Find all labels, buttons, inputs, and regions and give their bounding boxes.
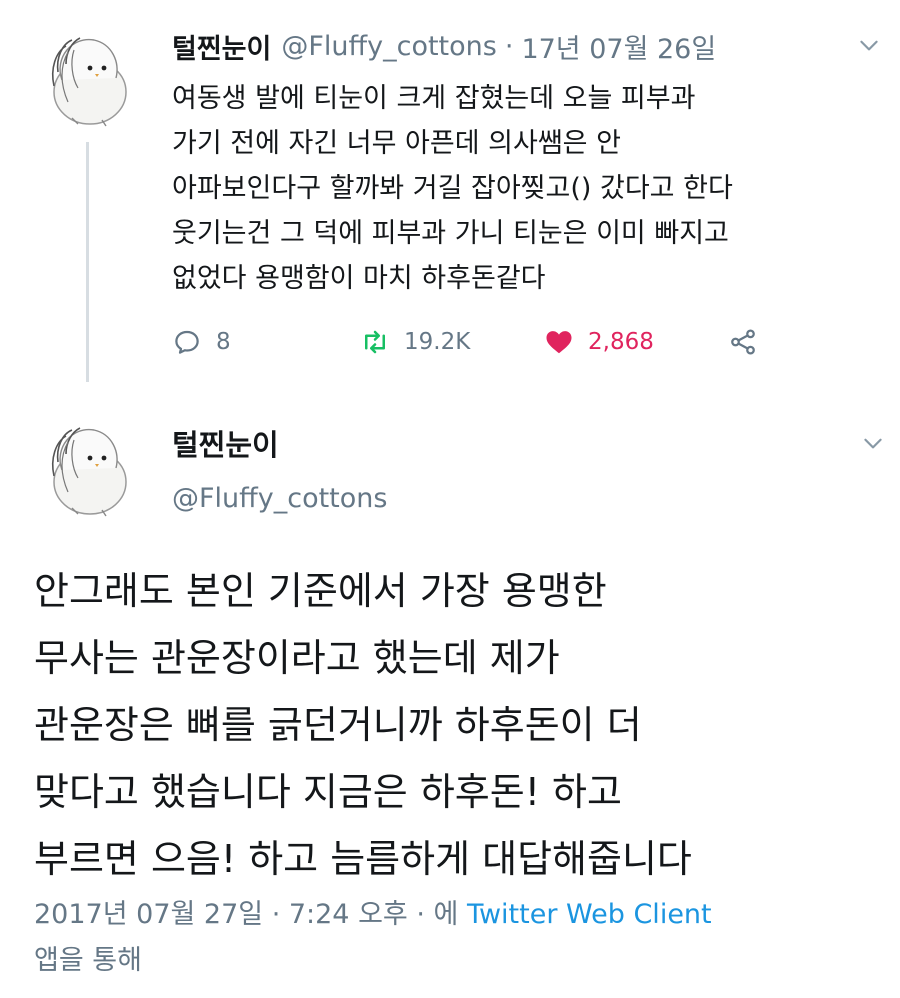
- user-handle[interactable]: @Fluffy_cottons: [172, 478, 387, 520]
- tweet-text-line: 웃기는건 그 덕에 피부과 가니 티눈은 이미 빠지고: [172, 218, 729, 249]
- fluffy-bird-avatar-icon: [51, 427, 127, 517]
- fluffy-bird-avatar-icon: [51, 37, 127, 127]
- tweet-text: 여동생 발에 티눈이 크게 잡혔는데 오늘 피부과 가기 전에 자긴 너무 아픈…: [172, 76, 884, 301]
- tweet-text-line: 없었다 용맹함이 마치 하후돈같다: [172, 263, 546, 294]
- avatar[interactable]: [32, 22, 142, 132]
- tweet-text: 안그래도 본인 기준에서 가장 용맹한 무사는 관운장이라고 했는데 제가 관운…: [34, 558, 874, 893]
- avatar[interactable]: [32, 412, 142, 522]
- share-icon: [731, 329, 755, 355]
- tweet-text-line: 관운장은 뼈를 긁던거니까 하후돈이 더: [34, 703, 642, 747]
- source-suffix: 앱을 통해: [34, 945, 142, 976]
- user-handle[interactable]: @Fluffy_cottons: [281, 31, 496, 62]
- share-button[interactable]: [728, 320, 758, 364]
- tweet-reply[interactable]: 털찐눈이 @Fluffy_cottons · 17년 07월 26일 여동생 발…: [0, 0, 900, 400]
- tweet-header: 털찐눈이 @Fluffy_cottons · 17년 07월 26일: [172, 22, 832, 70]
- retweet-count: 19.2K: [404, 329, 471, 355]
- chevron-down-icon[interactable]: [856, 32, 882, 58]
- tweet-timestamp[interactable]: 2017년 07월 27일 · 7:24 오후 · 에: [34, 899, 458, 930]
- display-name[interactable]: 털찐눈이: [172, 27, 271, 66]
- chevron-down-icon[interactable]: [860, 430, 886, 456]
- reply-count: 8: [216, 329, 231, 355]
- tweet-text-line: 가기 전에 자긴 너무 아픈데 의사쌤은 안: [172, 128, 621, 159]
- tweet-thread: 털찐눈이 @Fluffy_cottons · 17년 07월 26일 여동생 발…: [0, 0, 900, 998]
- tweet-text-line: 여동생 발에 티눈이 크게 잡혔는데 오늘 피부과: [172, 83, 696, 114]
- tweet-date[interactable]: 17년 07월 26일: [521, 27, 716, 66]
- reply-button[interactable]: 8: [172, 320, 231, 364]
- tweet-text-line: 무사는 관운장이라고 했는데 제가: [34, 636, 560, 680]
- source-app-link[interactable]: Twitter Web Client: [467, 899, 712, 930]
- display-name[interactable]: 털찐눈이: [172, 424, 279, 466]
- thread-connector-line: [86, 142, 89, 382]
- tweet-actions: 8 19.2K 2,868: [172, 320, 792, 364]
- retweet-icon: [365, 330, 385, 354]
- tweet-text-line: 맞다고 했습니다 지금은 하후돈! 하고: [34, 770, 622, 814]
- tweet-text-line: 안그래도 본인 기준에서 가장 용맹한: [34, 569, 607, 613]
- tweet-text-line: 부르면 으음! 하고 늠름하게 대답해줍니다: [34, 837, 692, 881]
- separator-dot: ·: [504, 30, 514, 62]
- retweet-button[interactable]: 19.2K: [360, 320, 470, 364]
- like-button[interactable]: 2,868: [544, 320, 654, 364]
- like-count: 2,868: [588, 329, 654, 355]
- tweet-text-line: 아파보인다구 할까봐 거길 잡아찢고() 갔다고 한다: [172, 173, 733, 204]
- reply-icon: [175, 330, 199, 354]
- tweet-metadata: 2017년 07월 27일 · 7:24 오후 · 에 Twitter Web …: [34, 892, 874, 984]
- heart-icon: [546, 331, 572, 354]
